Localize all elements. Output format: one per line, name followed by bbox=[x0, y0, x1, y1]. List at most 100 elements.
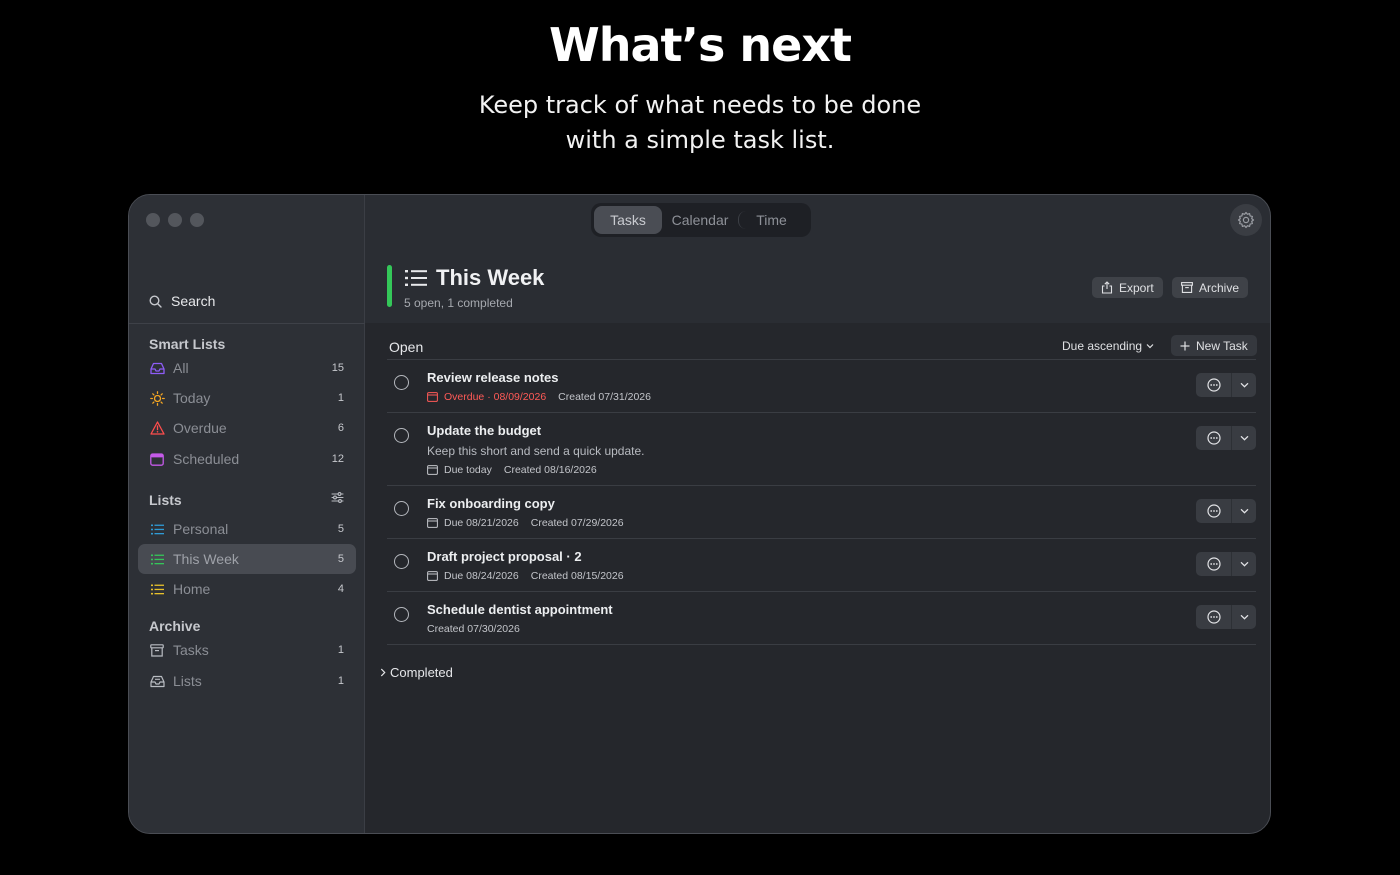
sidebar-item-archive-tasks[interactable]: Tasks 1 bbox=[138, 635, 356, 665]
tab-calendar[interactable]: Calendar bbox=[662, 206, 738, 234]
list-header: This Week 5 open, 1 completed Export Arc… bbox=[365, 255, 1270, 323]
ellipsis-circle-icon bbox=[1206, 557, 1221, 571]
task-actions bbox=[1196, 426, 1256, 450]
task-meta: Due today Created 08/16/2026 bbox=[427, 464, 597, 476]
close-window-button[interactable] bbox=[146, 213, 160, 227]
page-title: This Week bbox=[405, 265, 544, 291]
tab-time[interactable]: Time bbox=[738, 211, 804, 229]
task-actions bbox=[1196, 373, 1256, 397]
task-created-date: Created 07/31/2026 bbox=[558, 391, 651, 403]
task-list-panel: Open Due ascending New Task Review relea… bbox=[365, 323, 1270, 833]
task-row[interactable]: Update the budget Keep this short and se… bbox=[387, 413, 1256, 485]
task-checkbox[interactable] bbox=[394, 607, 409, 622]
sidebar-item-label: Lists bbox=[173, 673, 202, 689]
app-window: Search Smart Lists All 15 Today 1 Overdu… bbox=[128, 194, 1271, 834]
sort-label: Due ascending bbox=[1062, 339, 1143, 353]
task-row[interactable]: Draft project proposal · 2 Due 08/24/202… bbox=[387, 539, 1256, 591]
chevron-down-icon bbox=[1240, 435, 1248, 441]
sidebar-item-label: Scheduled bbox=[173, 451, 240, 467]
task-due-date: Due 08/21/2026 bbox=[444, 517, 519, 529]
archive-label: Archive bbox=[1199, 280, 1240, 295]
warning-icon bbox=[149, 420, 165, 436]
tab-tasks[interactable]: Tasks bbox=[594, 206, 662, 234]
divider bbox=[387, 644, 1256, 645]
hero-title: What’s next bbox=[549, 18, 852, 72]
sidebar-item-this-week[interactable]: This Week 5 bbox=[138, 544, 356, 574]
new-task-label: New Task bbox=[1196, 338, 1248, 353]
sidebar-item-today[interactable]: Today 1 bbox=[138, 383, 356, 413]
sidebar-item-count: 12 bbox=[331, 453, 344, 465]
sidebar-item-overdue[interactable]: Overdue 6 bbox=[138, 413, 356, 443]
ellipsis-circle-icon bbox=[1206, 610, 1221, 624]
list-icon bbox=[405, 270, 427, 286]
completed-section-toggle[interactable]: Completed bbox=[380, 665, 453, 680]
sort-dropdown[interactable]: Due ascending bbox=[1062, 339, 1154, 353]
share-icon bbox=[1101, 281, 1113, 294]
zoom-window-button[interactable] bbox=[190, 213, 204, 227]
sidebar-item-label: This Week bbox=[173, 551, 239, 567]
minimize-window-button[interactable] bbox=[168, 213, 182, 227]
task-more-button[interactable] bbox=[1196, 426, 1232, 450]
task-created-date: Created 07/29/2026 bbox=[530, 517, 624, 529]
hero-subtitle-line-1: Keep track of what needs to be done bbox=[478, 91, 922, 119]
list-icon bbox=[149, 551, 165, 567]
task-more-button[interactable] bbox=[1196, 499, 1232, 523]
task-title: Review release notes bbox=[427, 370, 559, 385]
sidebar-item-label: Home bbox=[173, 581, 211, 597]
sidebar-item-archive-lists[interactable]: Lists 1 bbox=[138, 666, 356, 696]
task-row[interactable]: Schedule dentist appointment Created 07/… bbox=[387, 592, 1256, 644]
task-expand-button[interactable] bbox=[1232, 614, 1256, 620]
filter-icon[interactable] bbox=[331, 492, 344, 503]
sidebar-item-scheduled[interactable]: Scheduled 12 bbox=[138, 444, 356, 474]
calendar-icon bbox=[149, 451, 165, 467]
sidebar-item-count: 1 bbox=[337, 675, 344, 687]
calendar-icon bbox=[427, 571, 438, 581]
ellipsis-circle-icon bbox=[1206, 378, 1221, 392]
ellipsis-circle-icon bbox=[1206, 504, 1221, 518]
task-row[interactable]: Review release notes Overdue · 08/09/202… bbox=[387, 360, 1256, 412]
task-expand-button[interactable] bbox=[1232, 435, 1256, 441]
sidebar-item-label: Overdue bbox=[173, 420, 227, 436]
task-more-button[interactable] bbox=[1196, 552, 1232, 576]
sidebar-item-count: 15 bbox=[331, 362, 344, 374]
calendar-icon bbox=[427, 518, 438, 528]
archive-button[interactable]: Archive bbox=[1172, 277, 1249, 298]
task-checkbox[interactable] bbox=[394, 375, 409, 390]
sidebar-item-all[interactable]: All 15 bbox=[138, 353, 356, 383]
task-checkbox[interactable] bbox=[394, 554, 409, 569]
sidebar-item-count: 1 bbox=[337, 392, 344, 404]
task-created-date: Created 07/30/2026 bbox=[427, 623, 520, 635]
task-expand-button[interactable] bbox=[1232, 508, 1256, 514]
task-title: Update the budget bbox=[427, 423, 542, 438]
gear-icon bbox=[1237, 211, 1255, 229]
view-switcher: Tasks Calendar Time bbox=[591, 203, 811, 237]
task-meta: Due 08/24/2026 Created 08/15/2026 bbox=[427, 570, 624, 582]
task-meta: Created 07/30/2026 bbox=[427, 623, 520, 635]
export-button[interactable]: Export bbox=[1092, 277, 1163, 298]
sidebar-item-label: Personal bbox=[173, 521, 229, 537]
calendar-icon bbox=[427, 465, 438, 475]
task-checkbox[interactable] bbox=[394, 501, 409, 516]
chevron-down-icon bbox=[1240, 508, 1248, 514]
task-row[interactable]: Fix onboarding copy Due 08/21/2026 Creat… bbox=[387, 486, 1256, 538]
list-icon bbox=[149, 581, 165, 597]
sidebar-item-personal[interactable]: Personal 5 bbox=[138, 514, 356, 544]
task-actions bbox=[1196, 605, 1256, 629]
task-actions bbox=[1196, 499, 1256, 523]
task-expand-button[interactable] bbox=[1232, 382, 1256, 388]
calendar-icon bbox=[427, 392, 438, 402]
list-summary: 5 open, 1 completed bbox=[404, 296, 513, 310]
archive-box-icon bbox=[1181, 282, 1193, 293]
settings-button[interactable] bbox=[1230, 204, 1262, 236]
task-more-button[interactable] bbox=[1196, 373, 1232, 397]
new-task-button[interactable]: New Task bbox=[1171, 335, 1257, 356]
task-more-button[interactable] bbox=[1196, 605, 1232, 629]
task-checkbox[interactable] bbox=[394, 428, 409, 443]
list-accent-bar bbox=[387, 265, 392, 307]
sidebar-item-home[interactable]: Home 4 bbox=[138, 574, 356, 604]
search-field[interactable]: Search bbox=[149, 293, 215, 309]
search-icon bbox=[149, 294, 162, 308]
task-expand-button[interactable] bbox=[1232, 561, 1256, 567]
ellipsis-circle-icon bbox=[1206, 431, 1221, 445]
task-title: Draft project proposal · 2 bbox=[427, 549, 582, 564]
